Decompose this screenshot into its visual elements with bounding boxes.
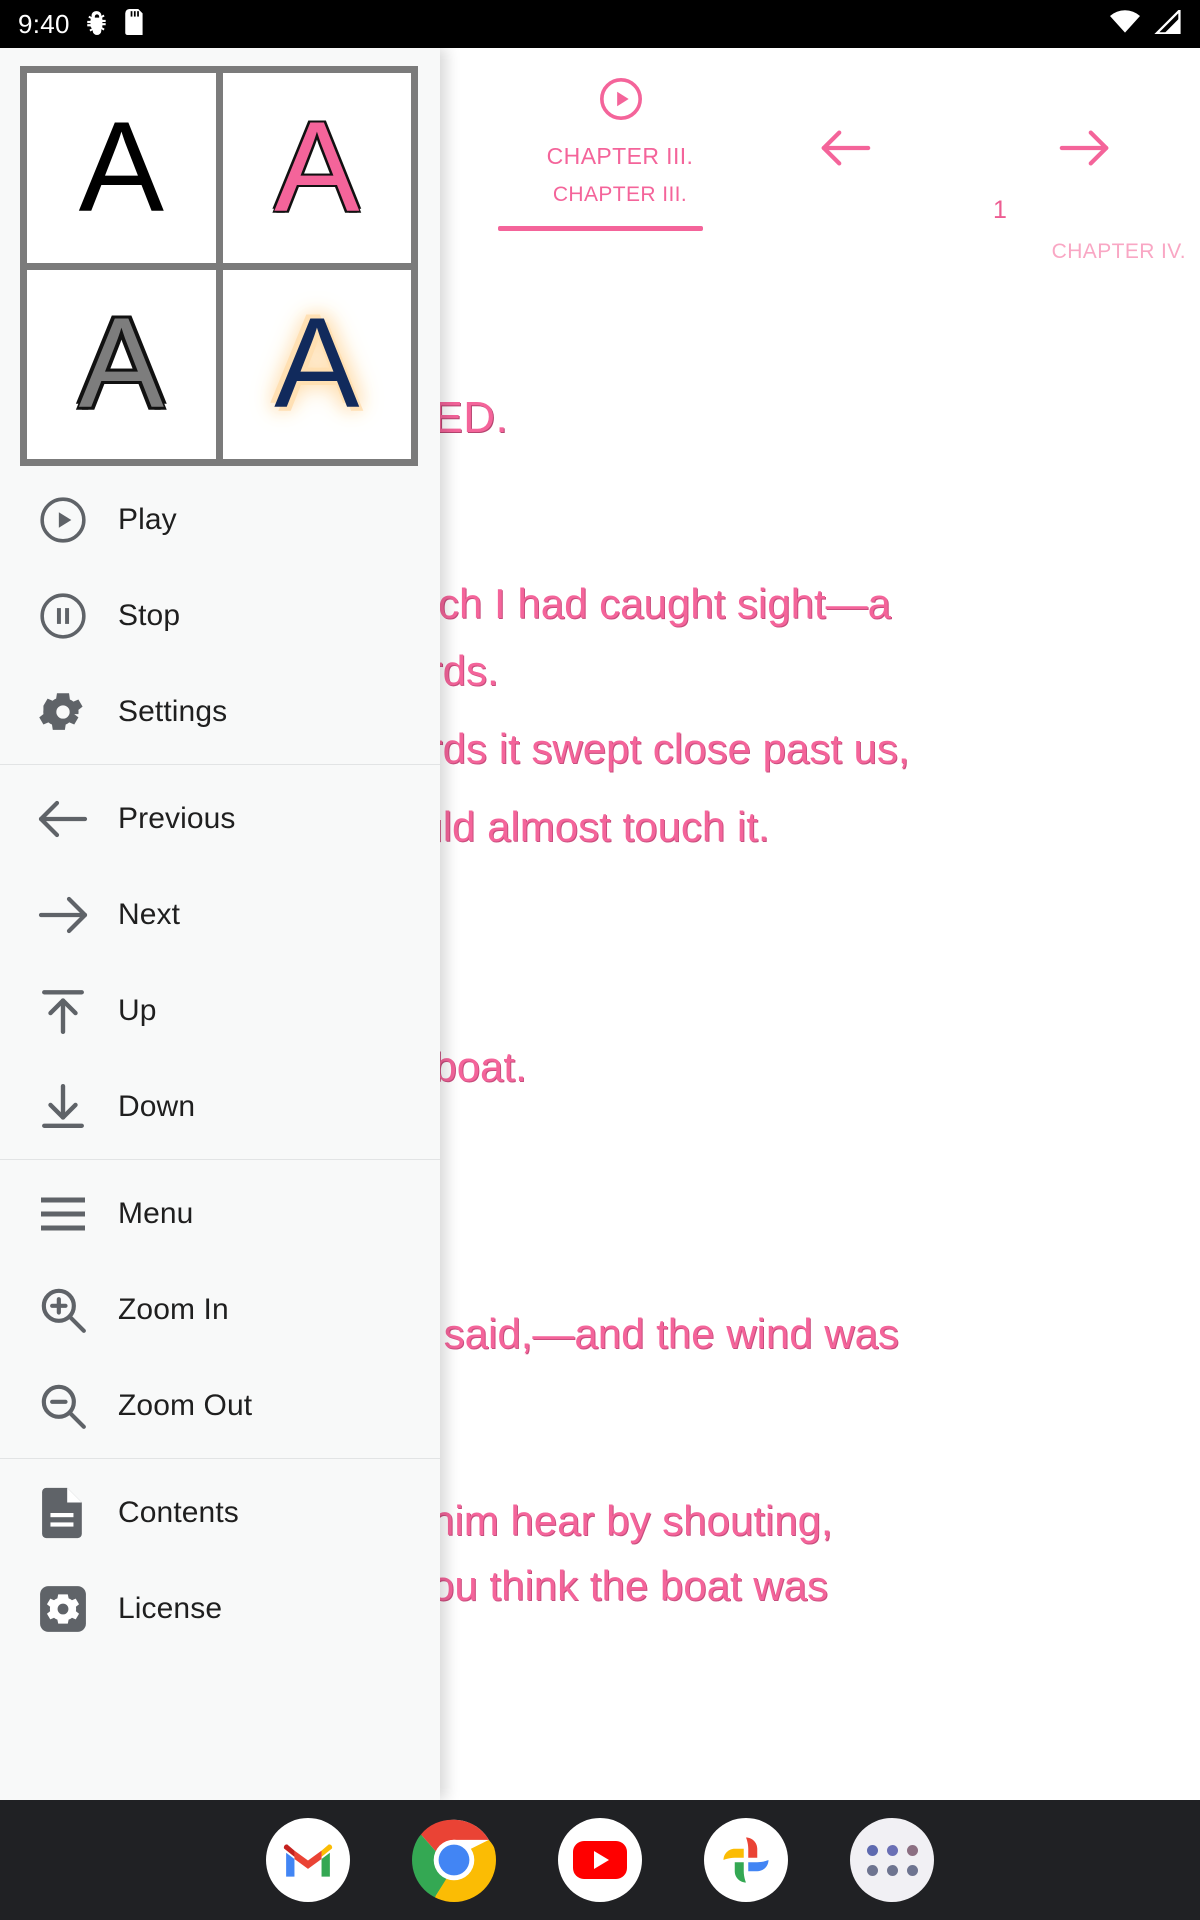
gear-icon [28,687,98,737]
arrow-to-bottom-icon [28,1082,98,1132]
hamburger-menu-icon [28,1196,98,1232]
apps-dot [866,1844,878,1856]
preview-letter: A [78,292,164,436]
menu-item-label: Stop [118,599,181,632]
wifi-icon [1110,9,1140,39]
menu-item-label: Zoom Out [118,1389,253,1422]
menu-item-zoom-out[interactable]: Zoom Out [0,1358,440,1454]
arrow-left-icon[interactable] [818,126,872,175]
preview-letter: A [274,292,360,436]
play-chapter-label: CHAPTER III. [546,143,694,169]
bug-icon [84,9,110,40]
menu-item-label: Contents [118,1496,239,1529]
menu-item-stop[interactable]: Stop [0,568,440,664]
menu-item-label: Up [118,994,157,1027]
status-bar: 9:40 [0,0,1200,48]
menu-item-license[interactable]: License [0,1561,440,1657]
chrome-icon[interactable] [412,1818,496,1902]
document-line: wards it swept close past us, [375,725,910,772]
arrow-to-top-icon [28,986,98,1036]
apps-dot [886,1864,898,1876]
menu-item-previous[interactable]: Previous [0,771,440,867]
menu-item-label: Previous [118,802,236,835]
drawer-group-info: Contents License [0,1458,440,1661]
menu-item-label: Next [118,898,181,931]
pause-circle-icon [28,591,98,641]
sd-card-icon [124,8,146,40]
menu-item-down[interactable]: Down [0,1059,440,1155]
status-bar-right [1110,7,1182,39]
document-line: which I had caught sight—a [375,580,891,627]
drawer-group-navigation: Previous Next Up Down [0,764,440,1159]
preview-cell-navy-glow[interactable]: A [222,269,411,459]
phone-screen: 9:40 CHAPTER III. CHAPTER III. 1 CHAPTER… [0,0,1200,1920]
status-bar-left: 9:40 [18,8,146,40]
drawer-group-playback: Play Stop Settings [0,466,440,764]
apps-grid [866,1844,918,1876]
cell-signal-icon [1153,7,1182,39]
preview-cell-pink-outline[interactable]: A [222,73,411,263]
navigation-drawer: A A A A Play Stop Settings Previous Next… [0,48,440,1800]
menu-item-zoom-in[interactable]: Zoom In [0,1262,440,1358]
next-chapter-label[interactable]: CHAPTER IV. [1052,240,1186,264]
apps-dot [886,1844,898,1856]
menu-item-label: Menu [118,1197,194,1230]
app-dock [0,1800,1200,1920]
menu-item-up[interactable]: Up [0,963,440,1059]
youtube-icon[interactable] [558,1818,642,1902]
play-circle-icon[interactable] [598,76,644,122]
play-circle-icon [28,495,98,545]
menu-item-settings[interactable]: Settings [0,664,440,760]
google-photos-icon[interactable] [704,1818,788,1902]
menu-item-label: Down [118,1090,196,1123]
menu-item-menu[interactable]: Menu [0,1166,440,1262]
preview-letter: A [78,95,164,239]
menu-item-label: Play [118,503,177,536]
font-style-preview-grid[interactable]: A A A A [20,66,418,466]
menu-item-play[interactable]: Play [0,472,440,568]
document-line: ke him hear by shouting, [375,1497,833,1544]
menu-item-label: Settings [118,695,228,728]
arrow-right-icon [28,893,98,937]
preview-cell-gray-outline[interactable]: A [27,269,216,459]
apps-dot [866,1864,878,1876]
menu-item-contents[interactable]: Contents [0,1465,440,1561]
status-bar-clock: 9:40 [18,9,70,39]
document-line: o you think the boat was [375,1562,828,1609]
magnifier-plus-icon [28,1285,98,1335]
drawer-group-view: Menu Zoom In Zoom Out [0,1159,440,1458]
arrow-right-icon[interactable] [1058,126,1112,175]
page-number: 1 [993,196,1007,224]
gmail-icon[interactable] [266,1818,350,1902]
document-icon [28,1487,98,1539]
document-line: r!' I said,—and the wind was [375,1310,899,1357]
apps-dot [906,1864,918,1876]
preview-cell-plain-black[interactable]: A [27,73,216,263]
preview-letter: A [274,95,360,239]
menu-item-label: License [118,1592,223,1625]
menu-item-label: Zoom In [118,1293,229,1326]
settings-square-icon [28,1584,98,1634]
current-chapter-underline [498,226,703,231]
menu-item-next[interactable]: Next [0,867,440,963]
magnifier-minus-icon [28,1381,98,1431]
current-chapter-tab[interactable]: CHAPTER III. [440,183,800,207]
apps-dot [906,1844,918,1856]
arrow-left-icon [28,797,98,841]
all-apps-icon[interactable] [850,1818,934,1902]
